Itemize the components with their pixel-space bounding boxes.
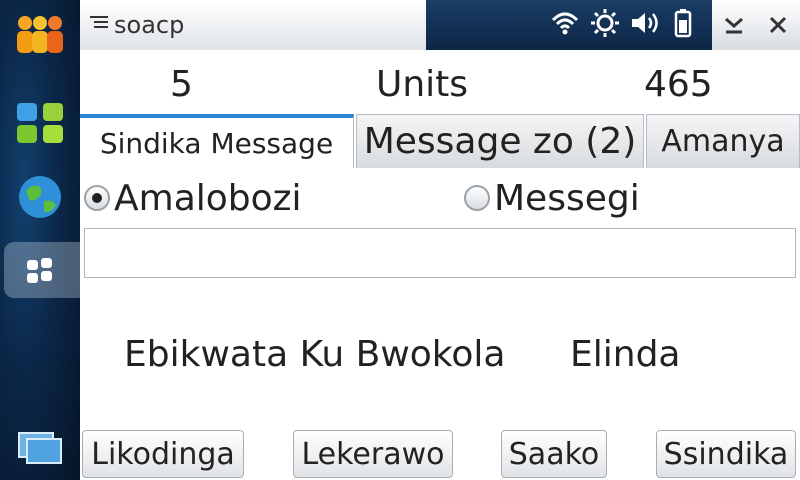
saako-button[interactable]: Saako <box>501 430 607 478</box>
message-input[interactable] <box>84 228 796 278</box>
menu-icon[interactable] <box>90 15 108 35</box>
minimize-button[interactable] <box>714 5 754 45</box>
window-controls <box>712 0 800 50</box>
tab-amanya[interactable]: Amanya <box>646 114 800 168</box>
close-button[interactable] <box>758 5 798 45</box>
units-label: Units <box>376 64 469 105</box>
task-switcher-icon[interactable] <box>10 420 70 474</box>
close-icon <box>769 16 787 34</box>
app-dock <box>0 0 80 480</box>
browser-globe-icon[interactable] <box>10 170 70 224</box>
dashboard-icon[interactable] <box>10 244 70 298</box>
units-left-value: 5 <box>170 64 193 105</box>
lekerawo-button[interactable]: Lekerawo <box>293 430 453 478</box>
contacts-icon[interactable] <box>10 8 70 62</box>
units-row: 5 Units 465 <box>80 50 800 112</box>
volume-icon <box>630 9 664 41</box>
chevron-down-icon <box>725 17 743 34</box>
app-grid-icon[interactable] <box>10 96 70 150</box>
main-content: 5 Units 465 Sindika Message Message zo (… <box>80 50 800 480</box>
info-left-text: Ebikwata Ku Bwokola <box>124 334 506 375</box>
units-right-value: 465 <box>644 64 713 105</box>
tab-message-zo[interactable]: Message zo (2) <box>356 114 644 168</box>
window-title-tab[interactable]: soacp <box>80 0 426 50</box>
radio-messegi-label: Messegi <box>494 177 640 219</box>
radio-button-unselected[interactable] <box>464 185 490 211</box>
radio-messegi[interactable]: Messegi <box>464 174 640 222</box>
battery-icon <box>674 8 692 42</box>
status-icons <box>550 6 692 44</box>
radio-amalobozi[interactable]: Amalobozi <box>84 174 302 222</box>
likodinga-button[interactable]: Likodinga <box>82 430 244 478</box>
info-right-text: Elinda <box>570 334 681 375</box>
tab-sindika-message[interactable]: Sindika Message <box>80 114 354 168</box>
tab-bar: Sindika Message Message zo (2) Amanya <box>80 110 800 168</box>
window-title: soacp <box>114 11 185 39</box>
radio-amalobozi-label: Amalobozi <box>114 177 302 219</box>
radio-button-selected[interactable] <box>84 185 110 211</box>
wifi-icon <box>550 10 580 40</box>
ssindika-button[interactable]: Ssindika <box>656 430 796 478</box>
brightness-icon <box>590 8 620 42</box>
